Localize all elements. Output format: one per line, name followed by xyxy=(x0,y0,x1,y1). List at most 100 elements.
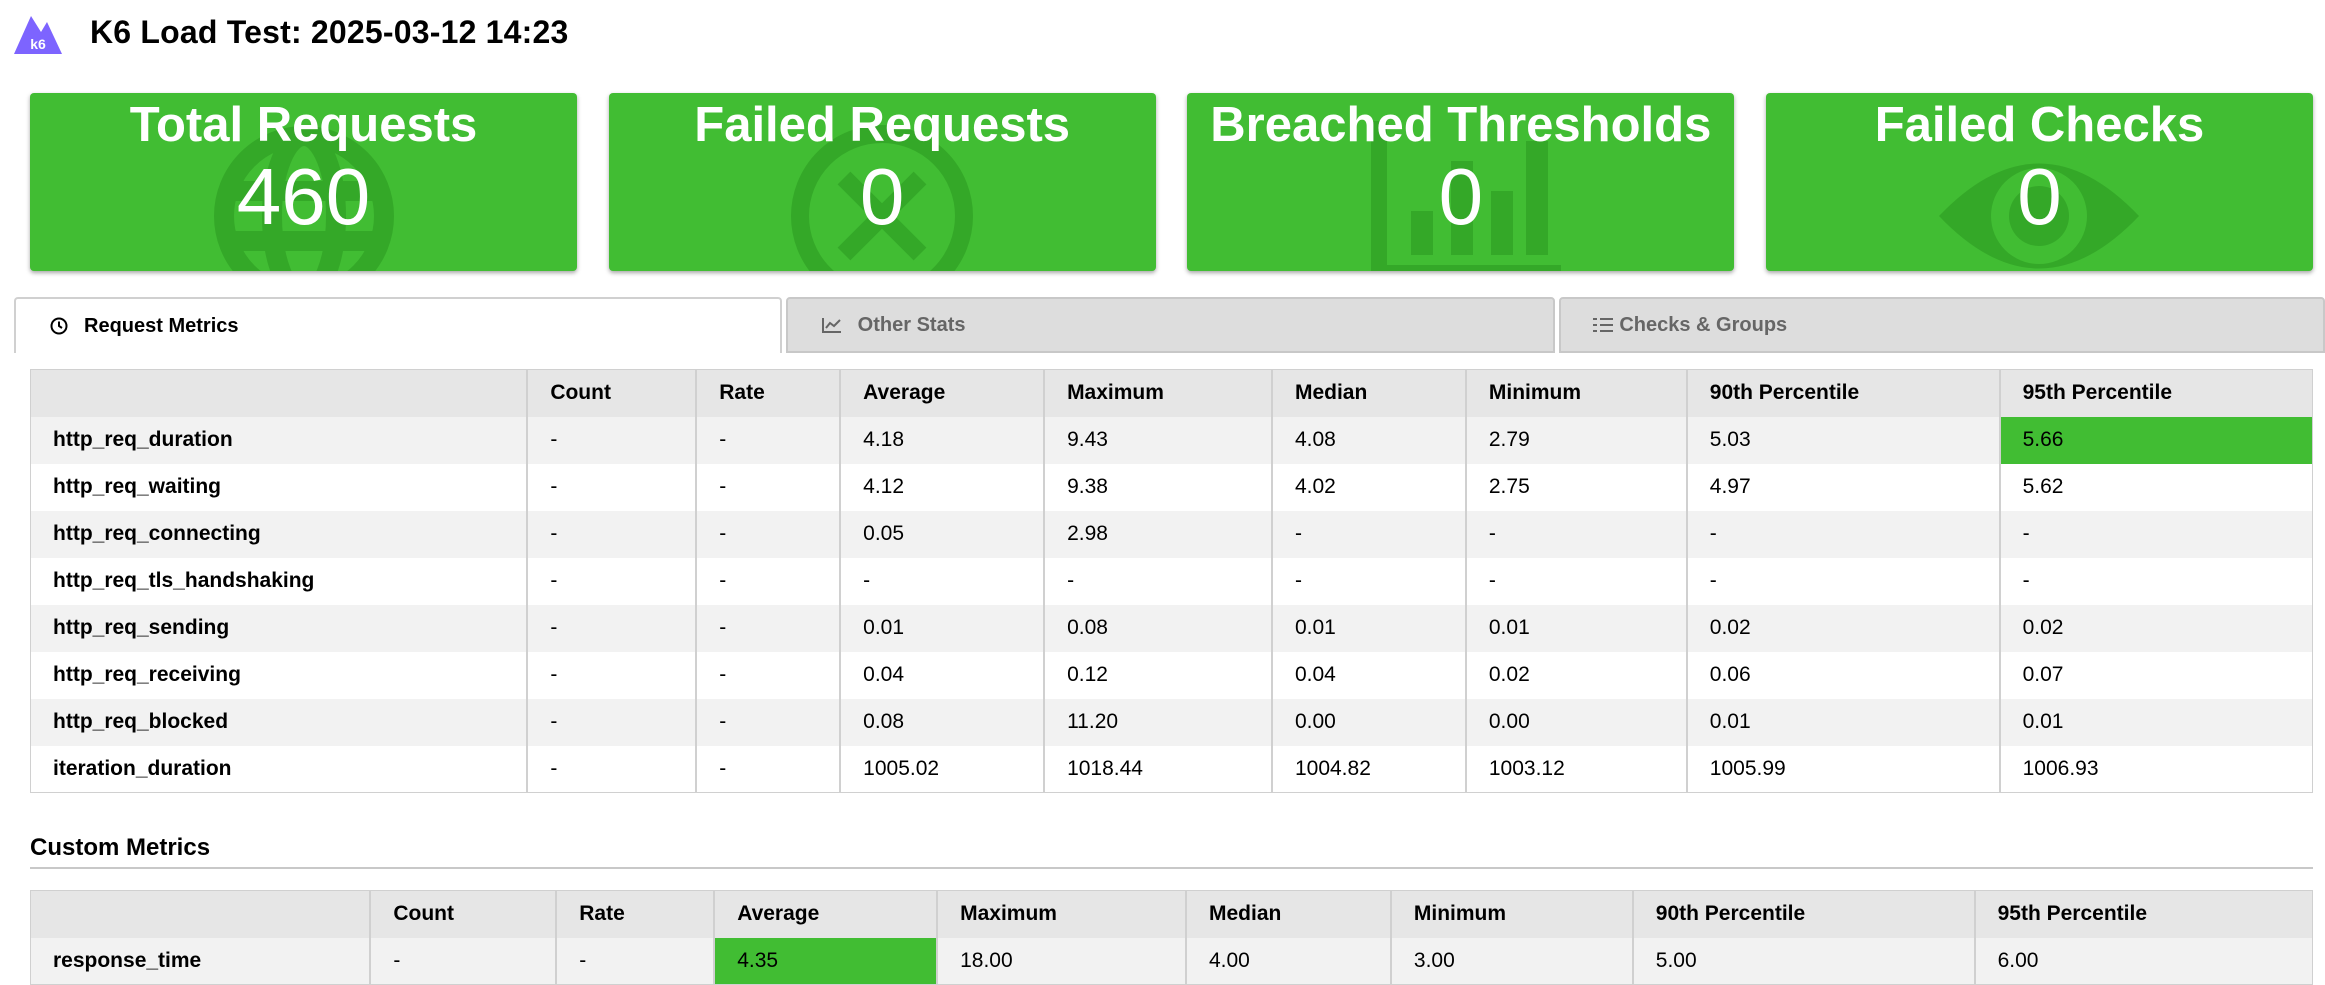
card-breached-thresholds: Breached Thresholds 0 xyxy=(1187,93,1735,271)
column-header: Median xyxy=(1271,369,1467,417)
metric-value: - xyxy=(527,651,698,699)
metric-value: 3.00 xyxy=(1390,937,1634,985)
metric-value: 0.01 xyxy=(1465,604,1688,652)
metric-value: 1006.93 xyxy=(1999,745,2313,793)
metric-value: 0.06 xyxy=(1686,651,2001,699)
card-value: 0 xyxy=(1438,151,1484,241)
metric-value: - xyxy=(527,416,698,464)
metric-value: 0.02 xyxy=(1999,604,2313,652)
metric-name: http_req_connecting xyxy=(30,510,529,558)
metric-value: 0.02 xyxy=(1465,651,1688,699)
metric-value: 0.02 xyxy=(1686,604,2001,652)
card-value: 0 xyxy=(2017,151,2062,241)
metric-value: 1005.02 xyxy=(840,745,1046,793)
summary-cards: Total Requests 460 Failed Requests 0 Bre… xyxy=(30,93,2313,271)
column-header: Maximum xyxy=(937,890,1187,938)
tab-checks-groups[interactable]: Checks & Groups xyxy=(1559,297,2325,353)
table-header-row: Count Rate Average Maximum Median Minimu… xyxy=(30,369,2313,417)
metric-value: - xyxy=(1271,557,1467,605)
svg-text:k6: k6 xyxy=(30,36,46,52)
metric-name: http_req_duration xyxy=(30,416,529,464)
metric-value: 5.03 xyxy=(1686,416,2001,464)
metric-value: - xyxy=(696,510,842,558)
metric-value: 9.43 xyxy=(1044,416,1273,464)
metric-value: 0.01 xyxy=(1999,698,2313,746)
metric-value: 4.08 xyxy=(1271,416,1467,464)
metric-value: 0.07 xyxy=(1999,651,2313,699)
metric-value: 11.20 xyxy=(1044,698,1273,746)
metric-value: - xyxy=(696,604,842,652)
metric-value: - xyxy=(696,698,842,746)
metric-value: - xyxy=(696,463,842,511)
custom-metrics-table: Count Rate Average Maximum Median Minimu… xyxy=(30,890,2313,985)
metric-value: - xyxy=(840,557,1046,605)
table-row: http_req_receiving - -0.04 0.12 0.04 0.02 0.06… xyxy=(30,651,2313,699)
tab-request-metrics[interactable]: Request Metrics xyxy=(14,297,782,353)
column-header: Median xyxy=(1185,890,1392,938)
card-total-requests: Total Requests 460 xyxy=(30,93,577,271)
tab-bar: Request Metrics Other Stats Checks & Gro… xyxy=(14,297,2325,353)
card-title: Breached Thresholds xyxy=(1210,98,1712,152)
metric-value: 9.38 xyxy=(1044,463,1273,511)
metric-value: 6.00 xyxy=(1974,937,2313,985)
column-header: 90th Percentile xyxy=(1632,890,1976,938)
page-title: K6 Load Test: 2025-03-12 14:23 xyxy=(90,13,569,50)
metric-value: - xyxy=(370,937,558,985)
metric-value: - xyxy=(527,604,698,652)
metric-value: - xyxy=(1686,510,2001,558)
column-header: Minimum xyxy=(1390,890,1634,938)
metric-value: - xyxy=(1465,557,1688,605)
metric-value: 0.04 xyxy=(840,651,1046,699)
table-row: http_req_duration - -4.18 9.43 4.08 2.79 5.03 5… xyxy=(30,416,2313,464)
metric-value: 4.35 xyxy=(714,937,939,985)
metric-value: - xyxy=(1044,557,1273,605)
metric-value: - xyxy=(696,651,842,699)
column-header: Rate xyxy=(556,890,716,938)
metric-value: 5.62 xyxy=(1999,463,2313,511)
metric-value: 4.18 xyxy=(840,416,1046,464)
metric-value: 1018.44 xyxy=(1044,745,1273,793)
table-row: http_req_tls_handshaking - - - - - - - - xyxy=(30,557,2313,605)
metric-value: 5.00 xyxy=(1632,937,1976,985)
divider xyxy=(30,867,2313,869)
table-row: http_req_connecting - -0.05 2.98- - - - xyxy=(30,510,2313,558)
table-row: http_req_sending - -0.01 0.08 0.01 0.01 0.02 0.… xyxy=(30,604,2313,652)
metric-value: 4.02 xyxy=(1271,463,1467,511)
line-chart-icon xyxy=(821,317,842,333)
column-header: Rate xyxy=(696,369,842,417)
table-row: response_time - -4.35 18.00 4.00 3.00 5.00 6.00 xyxy=(30,937,2313,985)
card-failed-requests: Failed Requests 0 xyxy=(608,93,1156,271)
metric-value: 0.01 xyxy=(1271,604,1467,652)
metric-value: - xyxy=(527,698,698,746)
tab-label: Request Metrics xyxy=(84,314,239,337)
table-row: http_req_waiting - -4.12 9.38 4.02 2.75 4.97 5.… xyxy=(30,463,2313,511)
metric-value: 0.01 xyxy=(840,604,1046,652)
metric-value: - xyxy=(1271,510,1467,558)
metric-name: http_req_waiting xyxy=(30,463,529,511)
metric-value: 0.12 xyxy=(1044,651,1273,699)
column-header: Count xyxy=(527,369,698,417)
metric-value: - xyxy=(1686,557,2001,605)
metric-value: - xyxy=(527,510,698,558)
column-header: Maximum xyxy=(1044,369,1273,417)
tab-other-stats[interactable]: Other Stats xyxy=(785,297,1556,353)
card-title: Failed Requests xyxy=(694,98,1071,152)
tab-label: Other Stats xyxy=(857,313,966,336)
metric-value: - xyxy=(527,463,698,511)
table-row: iteration_duration - -1005.02 1018.44 1004.8… xyxy=(30,745,2313,793)
card-value: 0 xyxy=(859,151,905,241)
metric-value: 0.04 xyxy=(1271,651,1467,699)
column-header: Minimum xyxy=(1465,369,1688,417)
metric-value: 5.66 xyxy=(1999,416,2313,464)
request-metrics-table: Count Rate Average Maximum Median Minimu… xyxy=(30,369,2313,793)
metric-value: 2.98 xyxy=(1044,510,1273,558)
metric-value: - xyxy=(696,416,842,464)
metric-value: 1003.12 xyxy=(1465,745,1688,793)
metric-value: - xyxy=(1999,557,2313,605)
metric-value: 0.00 xyxy=(1271,698,1467,746)
metric-value: - xyxy=(1465,510,1688,558)
table-row: http_req_blocked - -0.08 11.20 0.00 0.00 0.01 0… xyxy=(30,698,2313,746)
metric-name: http_req_sending xyxy=(30,604,529,652)
column-header xyxy=(30,369,529,417)
metric-value: - xyxy=(556,937,716,985)
